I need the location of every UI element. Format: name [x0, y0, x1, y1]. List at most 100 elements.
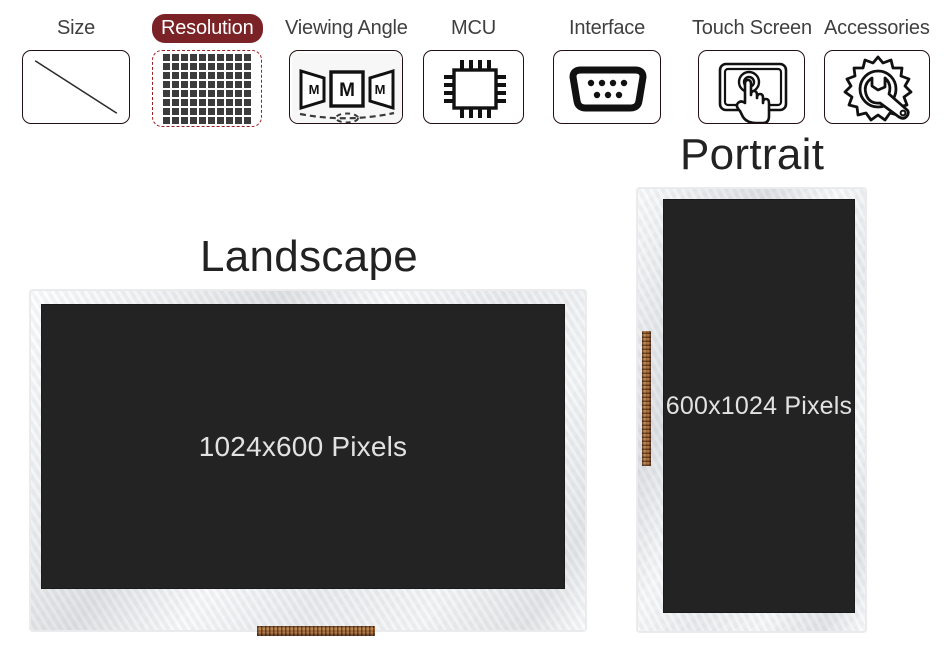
dot-matrix-cell: [190, 53, 198, 61]
landscape-display: 1024x600 Pixels: [30, 290, 586, 636]
dot-matrix-cell: [172, 80, 180, 88]
dot-matrix-cell: [208, 80, 216, 88]
portrait-resolution-text: 600x1024 Pixels: [665, 392, 853, 420]
dot-matrix-cell: [190, 116, 198, 124]
dot-matrix-cell: [199, 71, 207, 79]
dot-matrix-cell: [163, 71, 171, 79]
tab-accessories[interactable]: Accessories: [815, 14, 939, 124]
dot-matrix-cell: [163, 98, 171, 106]
landscape-screen: 1024x600 Pixels: [41, 304, 565, 589]
tab-viewing-angle[interactable]: Viewing Angle M M M: [276, 14, 417, 124]
tab-mcu-icon-box[interactable]: [423, 50, 524, 124]
dot-matrix-cell: [199, 53, 207, 61]
tab-resolution[interactable]: Resolution: [152, 14, 263, 127]
tab-size-icon-box[interactable]: [22, 50, 130, 124]
tab-accessories-label: Accessories: [824, 17, 930, 39]
dot-matrix-cell: [235, 107, 243, 115]
dot-matrix-cell: [208, 62, 216, 70]
landscape-flex-cable: [257, 626, 375, 636]
dot-matrix-cell: [199, 62, 207, 70]
dot-matrix-cell: [190, 80, 198, 88]
dot-matrix-cell: [235, 116, 243, 124]
dot-matrix-cell: [190, 71, 198, 79]
dot-matrix-cell: [235, 71, 243, 79]
dot-matrix-cell: [208, 89, 216, 97]
dot-matrix-cell: [199, 89, 207, 97]
tab-interface-label: Interface: [568, 17, 646, 39]
dot-matrix-cell: [199, 116, 207, 124]
tab-touch-screen-icon-box[interactable]: [698, 50, 806, 124]
dot-matrix-cell: [226, 80, 234, 88]
dot-matrix-cell: [235, 89, 243, 97]
dot-matrix-cell: [217, 116, 225, 124]
dot-matrix-cell: [235, 53, 243, 61]
dot-matrix-cell: [163, 107, 171, 115]
dot-matrix-cell: [199, 107, 207, 115]
dot-matrix-cell: [244, 116, 252, 124]
category-tab-bar: Size Resolution Viewing Angle M M M MCU …: [0, 0, 949, 136]
dot-matrix-cell: [208, 116, 216, 124]
dot-matrix-cell: [181, 116, 189, 124]
dot-matrix-cell: [163, 62, 171, 70]
dot-matrix-cell: [244, 71, 252, 79]
portrait-display: 600x1024 Pixels: [637, 188, 866, 634]
tab-touch-screen-label: Touch Screen: [692, 17, 812, 39]
dot-matrix-cell: [226, 53, 234, 61]
touch-hand-icon: [719, 62, 788, 123]
dot-matrix-cell: [181, 98, 189, 106]
tab-size[interactable]: Size: [22, 14, 130, 124]
dot-matrix-cell: [190, 62, 198, 70]
tab-resolution-label: Resolution: [152, 14, 263, 43]
chip-icon: [444, 60, 506, 118]
dot-matrix-cell: [244, 53, 252, 61]
dsub-connector-icon: [569, 66, 647, 112]
dot-matrix-cell: [199, 98, 207, 106]
landscape-title: Landscape: [200, 232, 418, 281]
gear-wrench-icon: [843, 55, 913, 122]
tab-mcu[interactable]: MCU: [423, 14, 524, 124]
dot-matrix-cell: [181, 89, 189, 97]
dot-matrix-cell: [217, 89, 225, 97]
tab-touch-screen[interactable]: Touch Screen: [683, 14, 821, 124]
dot-matrix-cell: [172, 98, 180, 106]
dot-matrix-cell: [181, 53, 189, 61]
tab-viewing-angle-label: Viewing Angle: [285, 17, 408, 39]
dot-matrix-cell: [244, 98, 252, 106]
svg-text:M: M: [375, 82, 386, 97]
dot-matrix-cell: [244, 107, 252, 115]
dot-matrix-cell: [235, 98, 243, 106]
dot-matrix-cell: [217, 107, 225, 115]
dot-matrix-cell: [163, 53, 171, 61]
tab-accessories-icon-box[interactable]: [823, 50, 930, 124]
dot-matrix-cell: [163, 116, 171, 124]
dot-matrix-cell: [199, 80, 207, 88]
dot-matrix-cell: [244, 80, 252, 88]
dot-matrix-cell: [217, 71, 225, 79]
dot-matrix-cell: [190, 107, 198, 115]
dot-matrix-cell: [226, 71, 234, 79]
dot-matrix-cell: [226, 116, 234, 124]
landscape-resolution-text: 1024x600 Pixels: [198, 430, 408, 462]
dot-matrix-cell: [208, 107, 216, 115]
dot-matrix-cell: [181, 71, 189, 79]
tab-resolution-icon-box[interactable]: [152, 50, 263, 127]
tab-viewing-angle-icon-box[interactable]: M M M: [289, 50, 404, 124]
portrait-screen: 600x1024 Pixels: [663, 199, 855, 613]
dot-matrix-cell: [217, 62, 225, 70]
dot-matrix-cell: [217, 53, 225, 61]
tab-interface[interactable]: Interface: [553, 14, 661, 124]
dot-matrix-cell: [244, 89, 252, 97]
viewing-angle-icon: M M M: [292, 53, 403, 123]
svg-text:M: M: [309, 82, 320, 97]
dot-matrix-cell: [244, 62, 252, 70]
dot-matrix-cell: [181, 80, 189, 88]
dot-matrix-cell: [226, 89, 234, 97]
dot-matrix-cell: [163, 89, 171, 97]
dot-matrix-cell: [190, 98, 198, 106]
dot-matrix-cell: [172, 116, 180, 124]
dot-matrix-cell: [181, 62, 189, 70]
svg-text:M: M: [339, 80, 355, 101]
tab-interface-icon-box[interactable]: [553, 50, 661, 124]
dot-matrix-cell: [172, 71, 180, 79]
diagonal-line-icon: [34, 60, 118, 114]
